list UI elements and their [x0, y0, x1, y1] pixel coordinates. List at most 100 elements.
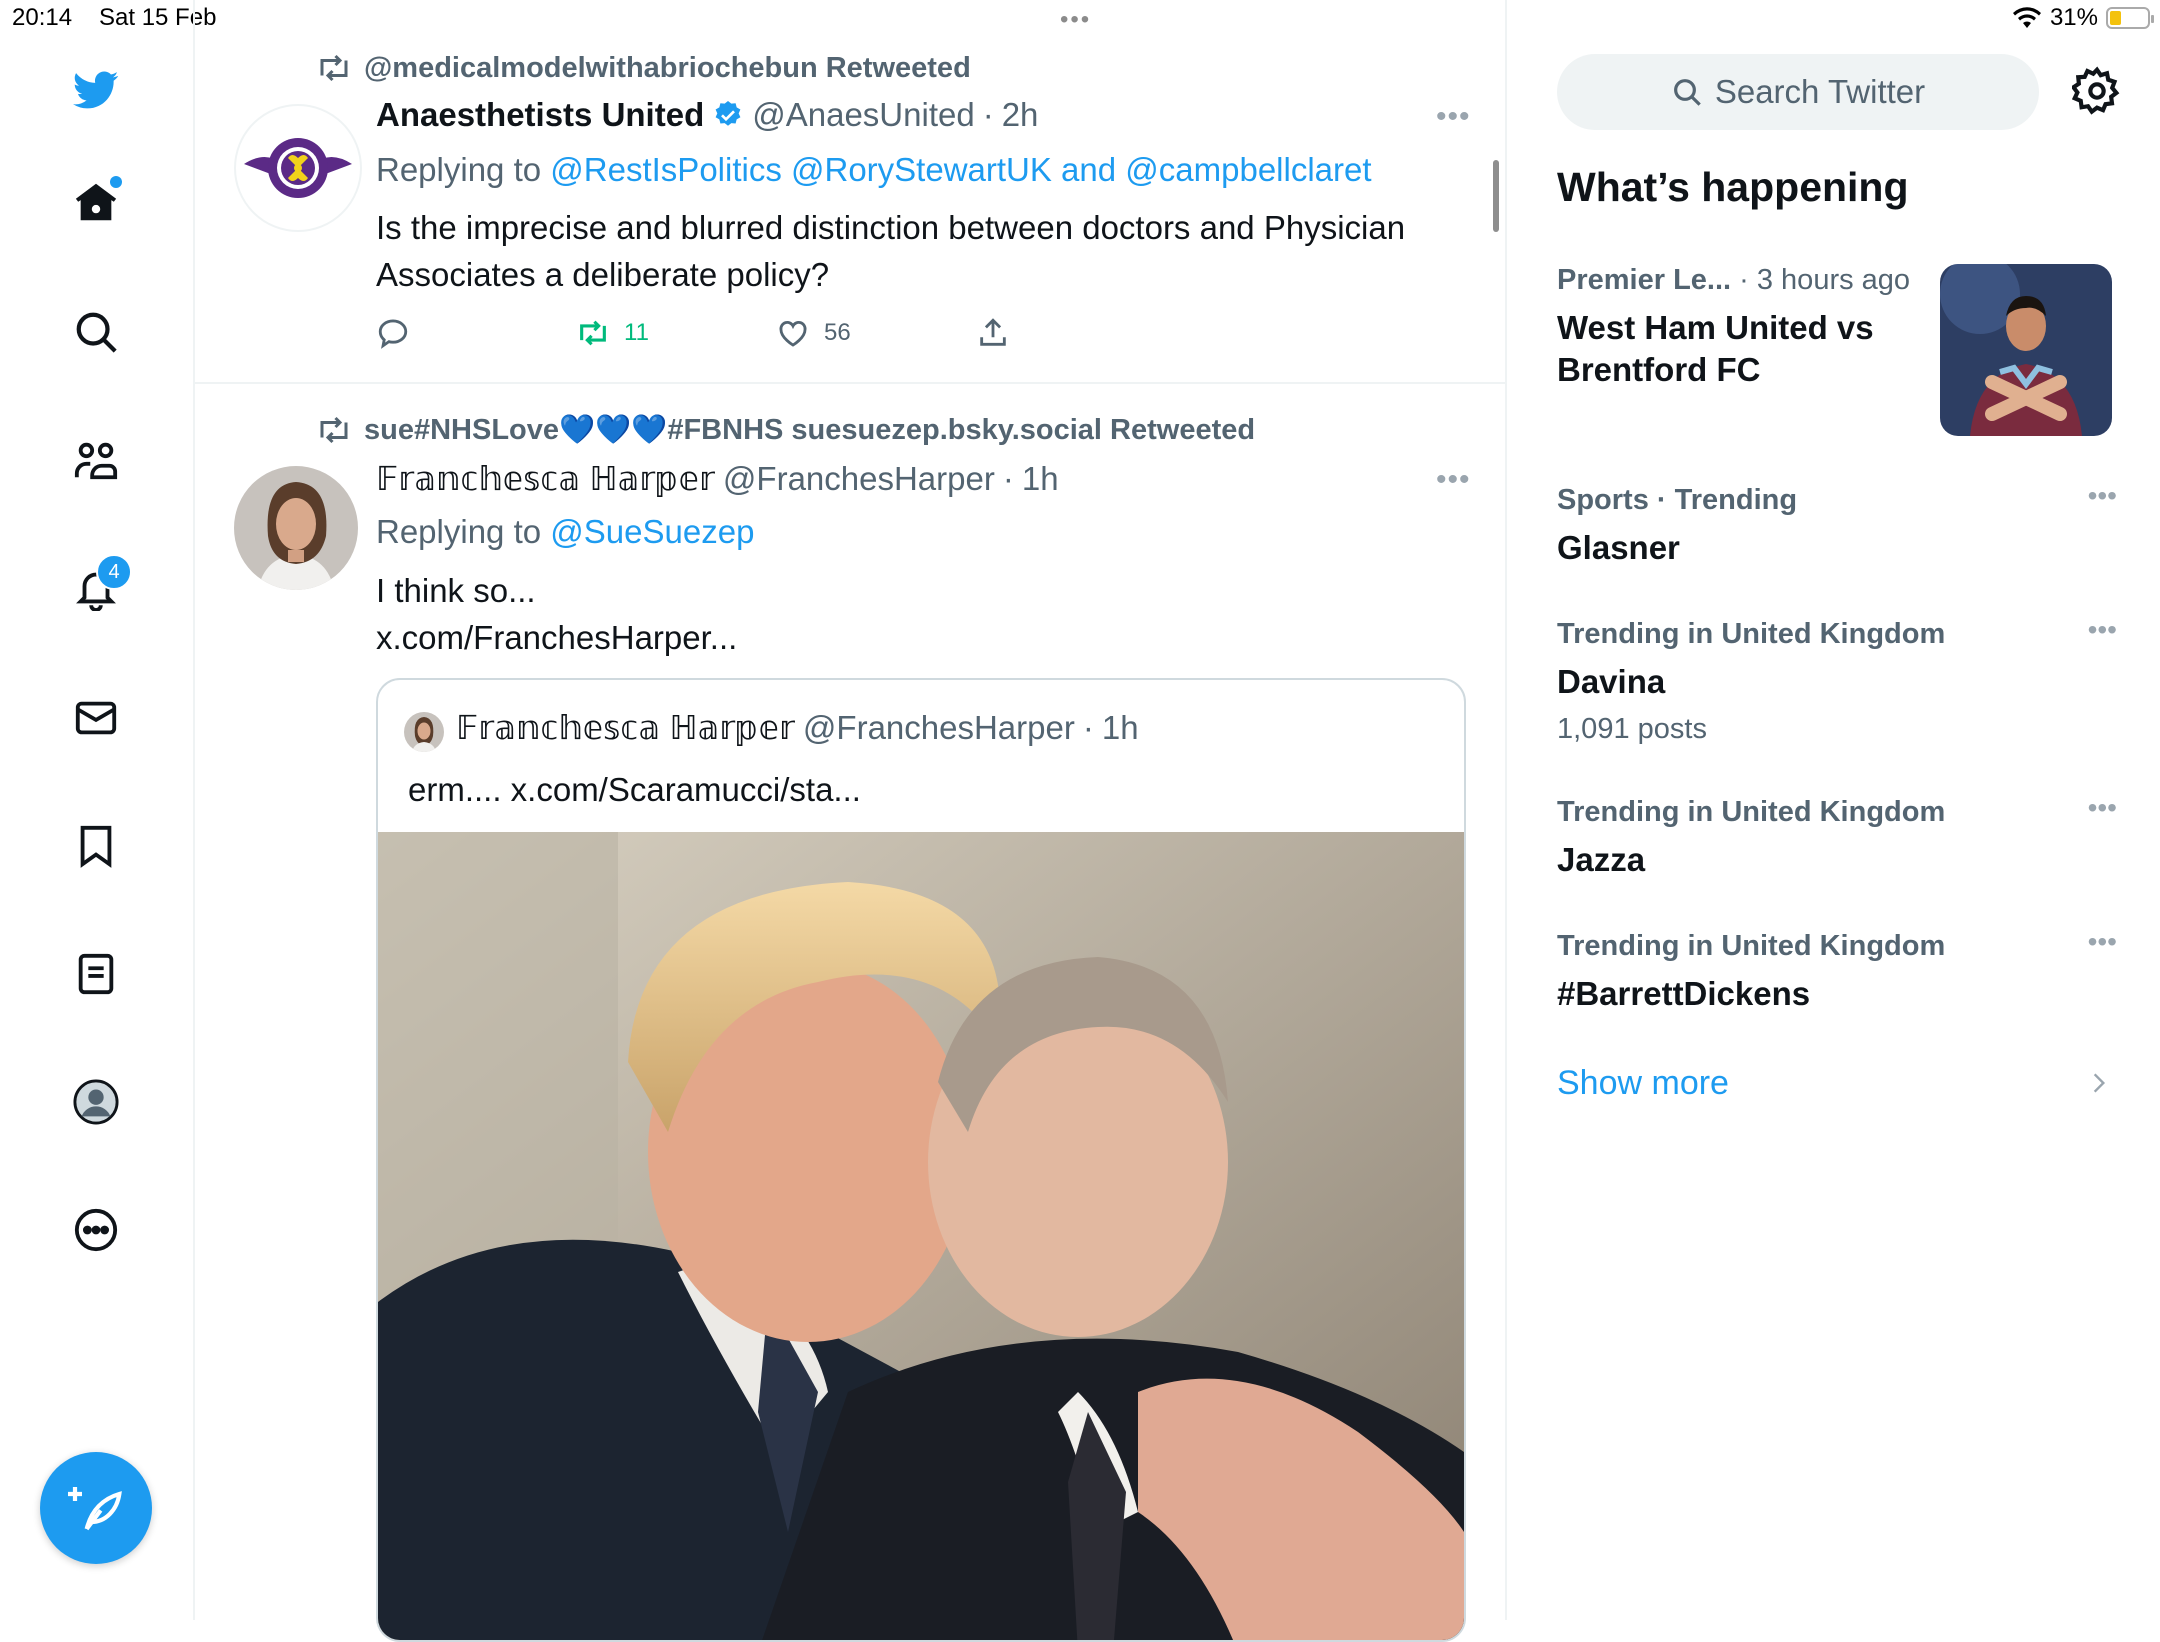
notifications-bell-icon[interactable]: 4: [66, 554, 132, 618]
trend-category: Trending in United Kingdom: [1557, 796, 1946, 828]
verified-badge-icon: [715, 101, 741, 126]
trend-item[interactable]: Trending in United Kingdom Jazza •••: [1557, 792, 2117, 881]
replying-to-prefix: Replying to: [376, 513, 542, 550]
search-icon: [1673, 79, 1701, 106]
quote-author-name: 𝔽𝕣𝕒𝕟𝕔𝕙𝕖𝕤𝕔𝕒 ℍ𝕒𝕣𝕡𝕖𝕣: [456, 709, 795, 746]
trend-more-options-icon[interactable]: •••: [2088, 926, 2117, 958]
avatar-anaesthetists-united[interactable]: [234, 104, 362, 232]
trend-item[interactable]: Sports · Trending Glasner •••: [1557, 480, 2117, 569]
trend-category: Trending in United Kingdom: [1557, 618, 1946, 650]
messages-envelope-icon[interactable]: [66, 688, 126, 748]
replying-to-line: Replying to @RestIsPolitics @RoryStewart…: [376, 146, 1372, 193]
retweet-icon: [580, 320, 606, 346]
side-navigation: 4: [0, 0, 195, 1620]
quote-separator: ·: [1082, 708, 1094, 746]
like-button[interactable]: 56: [776, 316, 976, 350]
retweet-button[interactable]: 11: [576, 316, 776, 350]
like-count: 56: [824, 319, 851, 346]
replying-to-prefix: Replying to: [376, 151, 542, 188]
timeline-scrollbar[interactable]: [1493, 160, 1499, 232]
trend-more-options-icon[interactable]: •••: [2088, 614, 2117, 646]
retweet-icon: [320, 54, 348, 82]
tweet-actions: 11 56: [376, 316, 1010, 350]
home-icon[interactable]: [66, 172, 126, 232]
chevron-right-icon[interactable]: [2086, 1068, 2112, 1098]
trend-post-count: 1,091 posts: [1557, 713, 1707, 745]
quote-image[interactable]: [378, 832, 1464, 1640]
trend-item[interactable]: Trending in United Kingdom #BarrettDicke…: [1557, 926, 2117, 1015]
reply-button[interactable]: [376, 316, 576, 350]
search-placeholder: Search Twitter: [1714, 73, 1926, 110]
communities-icon[interactable]: [66, 430, 126, 490]
tweet-link[interactable]: x.com/FranchesHarper...: [376, 614, 737, 661]
profile-avatar-icon[interactable]: [66, 1072, 126, 1132]
quote-text: erm.... x.com/Scaramucci/sta...: [408, 771, 861, 808]
replying-to-mentions[interactable]: @SueSuezep: [550, 513, 754, 550]
trend-title: Davina: [1557, 663, 1666, 700]
tweet-text-line: I think so...: [376, 572, 536, 609]
tweet-time[interactable]: 1h: [1022, 460, 1059, 498]
tweet-header: Anaesthetists United @AnaesUnited · 2h: [376, 96, 1038, 134]
trend-title: Glasner: [1557, 529, 1680, 566]
quoted-tweet-card[interactable]: 𝔽𝕣𝕒𝕟𝕔𝕙𝕖𝕤𝕔𝕒 ℍ𝕒𝕣𝕡𝕖𝕣 @FranchesHarper · 1h e…: [376, 678, 1466, 1642]
author-name[interactable]: 𝔽𝕣𝕒𝕟𝕔𝕙𝕖𝕤𝕔𝕒 ℍ𝕒𝕣𝕡𝕖𝕣: [376, 459, 715, 498]
tweet-time[interactable]: 2h: [1002, 96, 1039, 134]
trend-category: Trending in United Kingdom: [1557, 930, 1946, 962]
more-options-icon[interactable]: [66, 1200, 126, 1260]
tweet-divider: [195, 382, 1505, 384]
lists-icon[interactable]: [66, 944, 126, 1004]
battery-icon: [2106, 7, 2154, 29]
replying-to-line: Replying to @SueSuezep: [376, 508, 754, 555]
search-twitter-input[interactable]: Search Twitter: [1557, 54, 2039, 130]
share-icon: [980, 318, 1006, 346]
tweet-text-line: Is the imprecise and blurred distinction…: [376, 209, 1406, 246]
author-name[interactable]: Anaesthetists United: [376, 96, 704, 134]
tweet-header: 𝔽𝕣𝕒𝕟𝕔𝕙𝕖𝕤𝕔𝕒 ℍ𝕒𝕣𝕡𝕖𝕣 @FranchesHarper · 1h: [376, 459, 1059, 498]
notifications-count-badge: 4: [96, 554, 132, 590]
retweet-icon: [320, 416, 348, 444]
trend-title: Jazza: [1557, 841, 1646, 878]
trend-more-options-icon[interactable]: •••: [2088, 480, 2117, 512]
show-more-link[interactable]: Show more: [1557, 1064, 1729, 1103]
author-handle[interactable]: @FranchesHarper: [723, 460, 995, 498]
trend-category: Sports · Trending: [1557, 484, 1798, 516]
trend-more-options-icon[interactable]: •••: [2088, 792, 2117, 824]
quote-avatar: [404, 712, 444, 752]
home-unread-dot: [110, 176, 122, 188]
battery-percent: 31%: [2049, 4, 2098, 31]
retweeted-by-label: sue#NHSLove💙💙💙#FBNHS suesuezep.bsky.soci…: [364, 414, 1256, 446]
trend-thumbnail-image: [1940, 264, 2112, 436]
retweet-context: sue#NHSLove💙💙💙#FBNHS suesuezep.bsky.soci…: [316, 412, 1255, 448]
separator: ·: [982, 96, 994, 133]
retweeted-by-label: @medicalmodelwithabriochebun Retweeted: [364, 51, 971, 84]
trend-title: West Ham United vs Brentford FC: [1557, 309, 1874, 388]
trend-category: Premier Le...: [1557, 264, 1732, 296]
tweet-more-options-icon[interactable]: •••: [1436, 463, 1471, 497]
separator: ·: [1002, 459, 1014, 497]
whats-happening-heading: What’s happening: [1557, 164, 1909, 210]
compose-feather-icon: [68, 1487, 122, 1531]
bookmark-icon[interactable]: [66, 816, 126, 876]
heart-icon: [779, 321, 807, 347]
wifi-icon: [2012, 7, 2041, 28]
trend-time: · 3 hours ago: [1739, 264, 1911, 296]
tweet-more-options-icon[interactable]: •••: [1436, 100, 1471, 134]
twitter-logo-icon[interactable]: [66, 60, 126, 120]
quote-author-handle: @FranchesHarper: [802, 708, 1075, 746]
status-right: 31%: [2012, 4, 2154, 32]
author-handle[interactable]: @AnaesUnited: [752, 96, 974, 134]
reply-icon: [378, 319, 408, 349]
trend-title: #BarrettDickens: [1557, 975, 1811, 1012]
retweet-context: @medicalmodelwithabriochebun Retweeted: [316, 50, 971, 86]
quote-time: 1h: [1101, 708, 1139, 746]
share-button[interactable]: [976, 316, 1010, 350]
quote-header: 𝔽𝕣𝕒𝕟𝕔𝕙𝕖𝕤𝕔𝕒 ℍ𝕒𝕣𝕡𝕖𝕣 @FranchesHarper · 1h: [456, 708, 1139, 747]
search-icon[interactable]: [66, 302, 126, 362]
replying-to-mentions[interactable]: @RestIsPolitics @RoryStewartUK and @camp…: [550, 151, 1371, 188]
retweet-count: 11: [624, 319, 649, 346]
avatar-franchesca-harper[interactable]: [234, 466, 358, 590]
tweet-text-line: Associates a deliberate policy?: [376, 256, 830, 293]
settings-gear-icon[interactable]: [2070, 66, 2122, 116]
compose-tweet-button[interactable]: [40, 1452, 152, 1564]
trend-item[interactable]: Trending in United Kingdom Davina 1,091 …: [1557, 614, 2117, 746]
